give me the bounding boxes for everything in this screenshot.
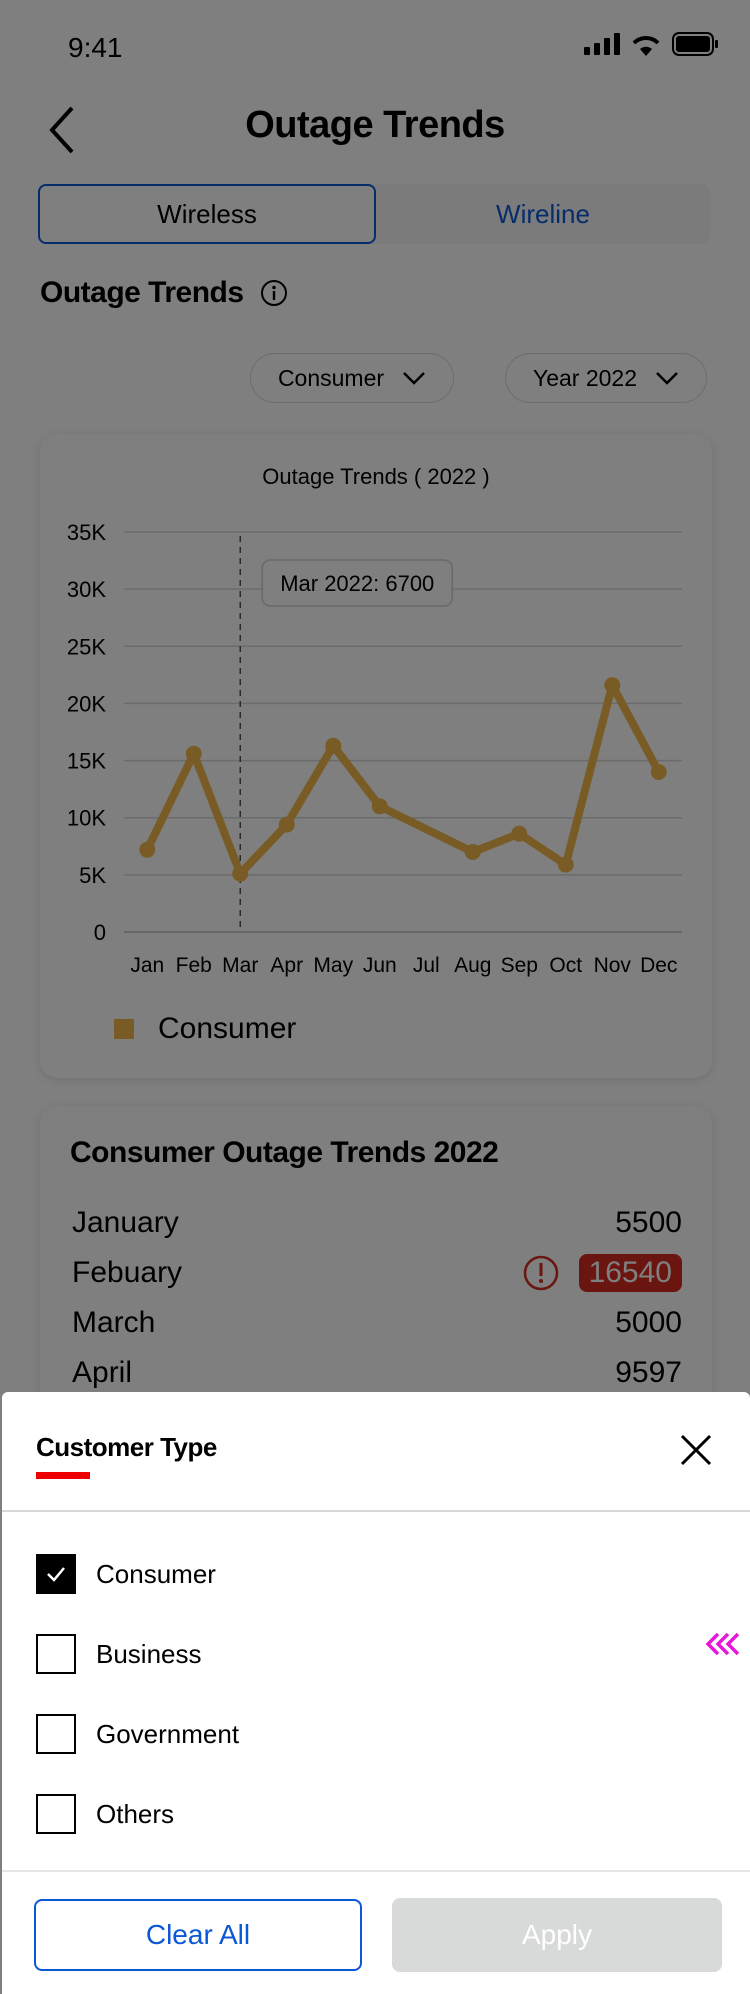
option-label: Government: [96, 1718, 240, 1749]
close-icon[interactable]: [678, 1432, 714, 1468]
checkbox[interactable]: [36, 1634, 76, 1674]
customer-type-sheet: Customer Type Consumer Business Governme…: [2, 1392, 750, 1994]
sheet-title: Customer Type: [36, 1432, 217, 1462]
outage-trends-screen: 9:41 Outage Trends: [0, 0, 750, 1994]
checkmark-icon: [47, 1567, 65, 1582]
option-business[interactable]: Business: [36, 1634, 202, 1674]
option-consumer[interactable]: Consumer: [36, 1554, 216, 1594]
checkbox[interactable]: [36, 1794, 76, 1834]
option-label: Consumer: [96, 1558, 216, 1589]
footer-divider: [2, 1870, 750, 1872]
title-underline: [36, 1472, 90, 1479]
option-label: Business: [96, 1638, 202, 1669]
sheet-divider: [2, 1510, 750, 1512]
option-label: Others: [96, 1798, 175, 1829]
checkbox-checked[interactable]: [36, 1554, 76, 1594]
checkbox[interactable]: [36, 1714, 76, 1754]
option-others[interactable]: Others: [36, 1794, 174, 1834]
clear-all-button[interactable]: Clear All: [34, 1899, 362, 1971]
option-government[interactable]: Government: [36, 1714, 239, 1754]
double-chevron-left-icon[interactable]: [704, 1630, 744, 1658]
apply-button[interactable]: Apply: [392, 1898, 722, 1972]
